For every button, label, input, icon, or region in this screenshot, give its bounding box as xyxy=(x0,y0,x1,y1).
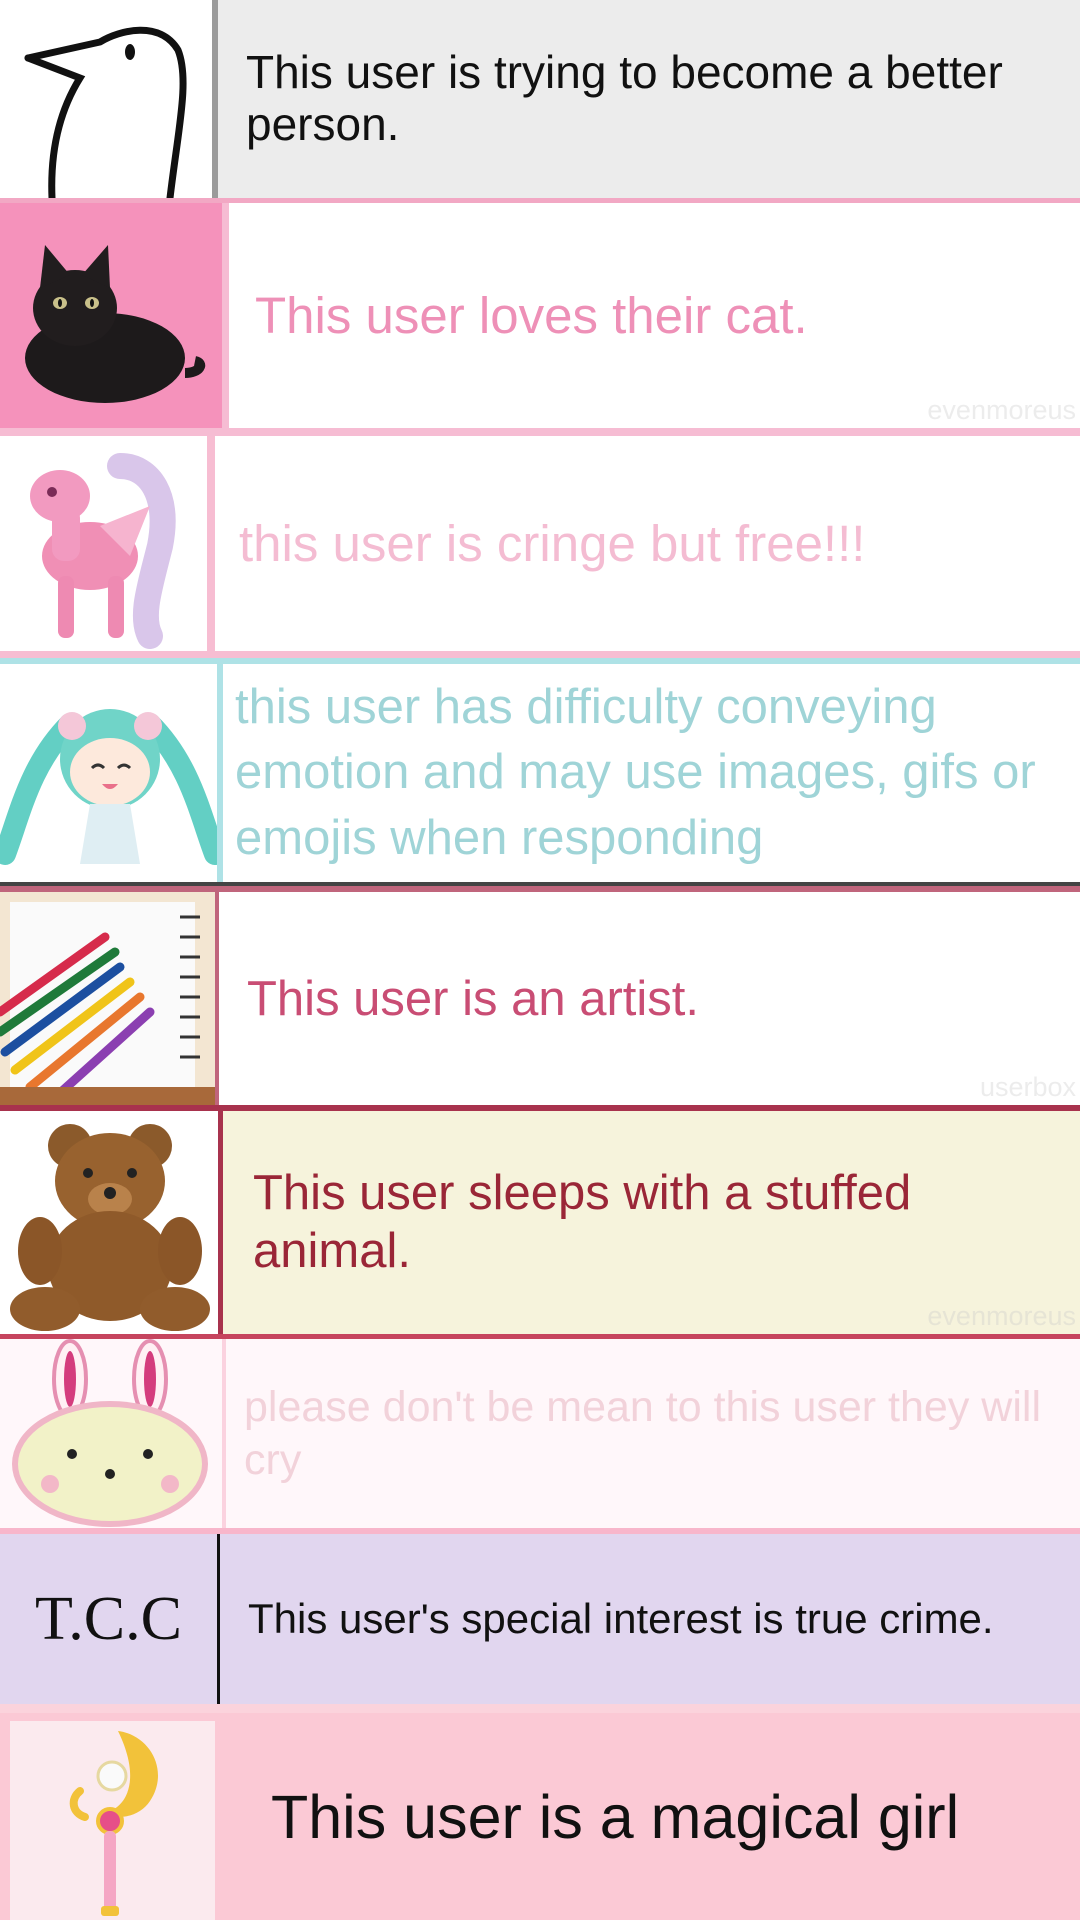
userbox-cat: This user loves their cat. evenmoreus xyxy=(0,203,1080,436)
moon-wand-icon xyxy=(10,1721,215,1920)
teddy-bear-icon xyxy=(0,1111,223,1334)
userbox-dont-be-mean: please don't be mean to this user they w… xyxy=(0,1339,1080,1534)
pink-pony-icon xyxy=(0,436,215,651)
userbox-true-crime: T.C.C This user's special interest is tr… xyxy=(0,1534,1080,1713)
userbox-text: this user is cringe but free!!! xyxy=(239,515,866,572)
userbox-artist: This user is an artist. userbox xyxy=(0,886,1080,1111)
userbox-text: This user is an artist. xyxy=(247,971,700,1026)
colored-pencils-icon xyxy=(0,892,219,1105)
userbox-text: This user's special interest is true cri… xyxy=(248,1594,994,1642)
userbox-text: please don't be mean to this user they w… xyxy=(244,1382,1041,1484)
userbox-magical-girl: This user is a magical girl xyxy=(0,1713,1080,1920)
chibi-girl-icon xyxy=(0,664,223,882)
black-cat-icon xyxy=(0,203,222,428)
penguin-doodle-icon xyxy=(0,0,218,198)
userbox-cringe: this user is cringe but free!!! xyxy=(0,436,1080,658)
watermark: userbox xyxy=(979,1072,1076,1102)
userbox-better-person: This user is trying to become a better p… xyxy=(0,0,1080,203)
watermark: evenmoreus xyxy=(927,1301,1076,1331)
userbox-stuffed-animal: This user sleeps with a stuffed animal. … xyxy=(0,1111,1080,1339)
userbox-text: This user is a magical girl xyxy=(271,1782,960,1851)
userbox-emotion: this user has difficulty conveying emoti… xyxy=(0,658,1080,886)
tcc-label: T.C.C xyxy=(0,1534,220,1704)
userbox-text: this user has difficulty conveying emoti… xyxy=(235,679,1036,865)
watermark: evenmoreus xyxy=(927,395,1076,425)
bunny-icon xyxy=(0,1339,226,1528)
userbox-text: This user is trying to become a better p… xyxy=(246,46,1003,150)
